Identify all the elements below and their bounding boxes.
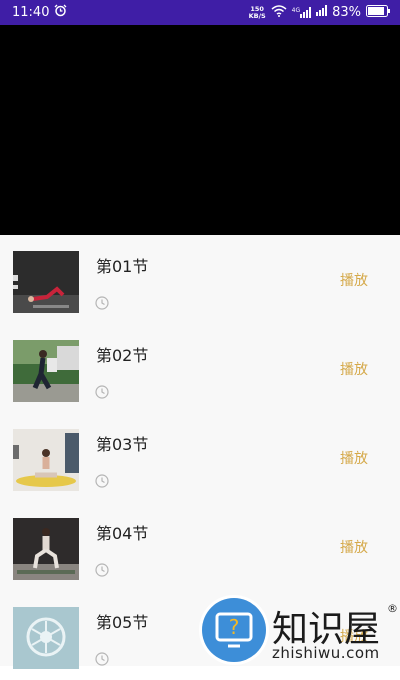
clock-icon bbox=[95, 652, 109, 666]
lesson-row[interactable]: 第03节 播放 bbox=[0, 413, 400, 502]
svg-text:?: ? bbox=[229, 615, 240, 639]
clock-icon bbox=[95, 474, 109, 488]
play-button[interactable]: 播放 bbox=[340, 448, 368, 468]
lesson-row[interactable]: 第04节 播放 bbox=[0, 502, 400, 591]
cell-signal-icon: 4G bbox=[292, 7, 312, 18]
battery-icon bbox=[366, 4, 390, 21]
status-time: 11:40 bbox=[12, 5, 50, 20]
lesson-title: 第03节 bbox=[96, 435, 149, 454]
lesson-thumbnail bbox=[13, 518, 79, 580]
lesson-title: 第02节 bbox=[96, 346, 149, 365]
lesson-thumbnail bbox=[13, 607, 79, 669]
play-button[interactable]: 播放 bbox=[340, 359, 368, 379]
alarm-icon bbox=[54, 4, 67, 21]
lesson-thumbnail bbox=[13, 340, 79, 402]
battery-percent: 83% bbox=[332, 5, 361, 20]
lesson-thumbnail bbox=[13, 429, 79, 491]
lesson-title: 第01节 bbox=[96, 257, 149, 276]
lesson-row[interactable]: 第01节 播放 bbox=[0, 235, 400, 324]
watermark-logo-icon: ? bbox=[202, 598, 266, 662]
status-bar: 11:40 150 KB/S 4G 83% bbox=[0, 0, 400, 25]
watermark-url: zhishiwu.com bbox=[272, 644, 380, 662]
lesson-row[interactable]: 第02节 播放 bbox=[0, 324, 400, 413]
clock-icon bbox=[95, 563, 109, 577]
cell-signal-2-icon bbox=[316, 5, 328, 20]
video-player[interactable] bbox=[0, 25, 400, 235]
net-speed: 150 KB/S bbox=[248, 4, 266, 20]
play-button[interactable]: 播放 bbox=[340, 537, 368, 557]
clock-icon bbox=[95, 385, 109, 399]
lesson-thumbnail bbox=[13, 251, 79, 313]
clock-icon bbox=[95, 296, 109, 310]
play-button[interactable]: 播放 bbox=[340, 270, 368, 290]
lesson-title: 第05节 bbox=[96, 613, 149, 632]
watermark-registered-mark: ® bbox=[387, 602, 398, 615]
lesson-title: 第04节 bbox=[96, 524, 149, 543]
wifi-icon bbox=[271, 4, 287, 21]
